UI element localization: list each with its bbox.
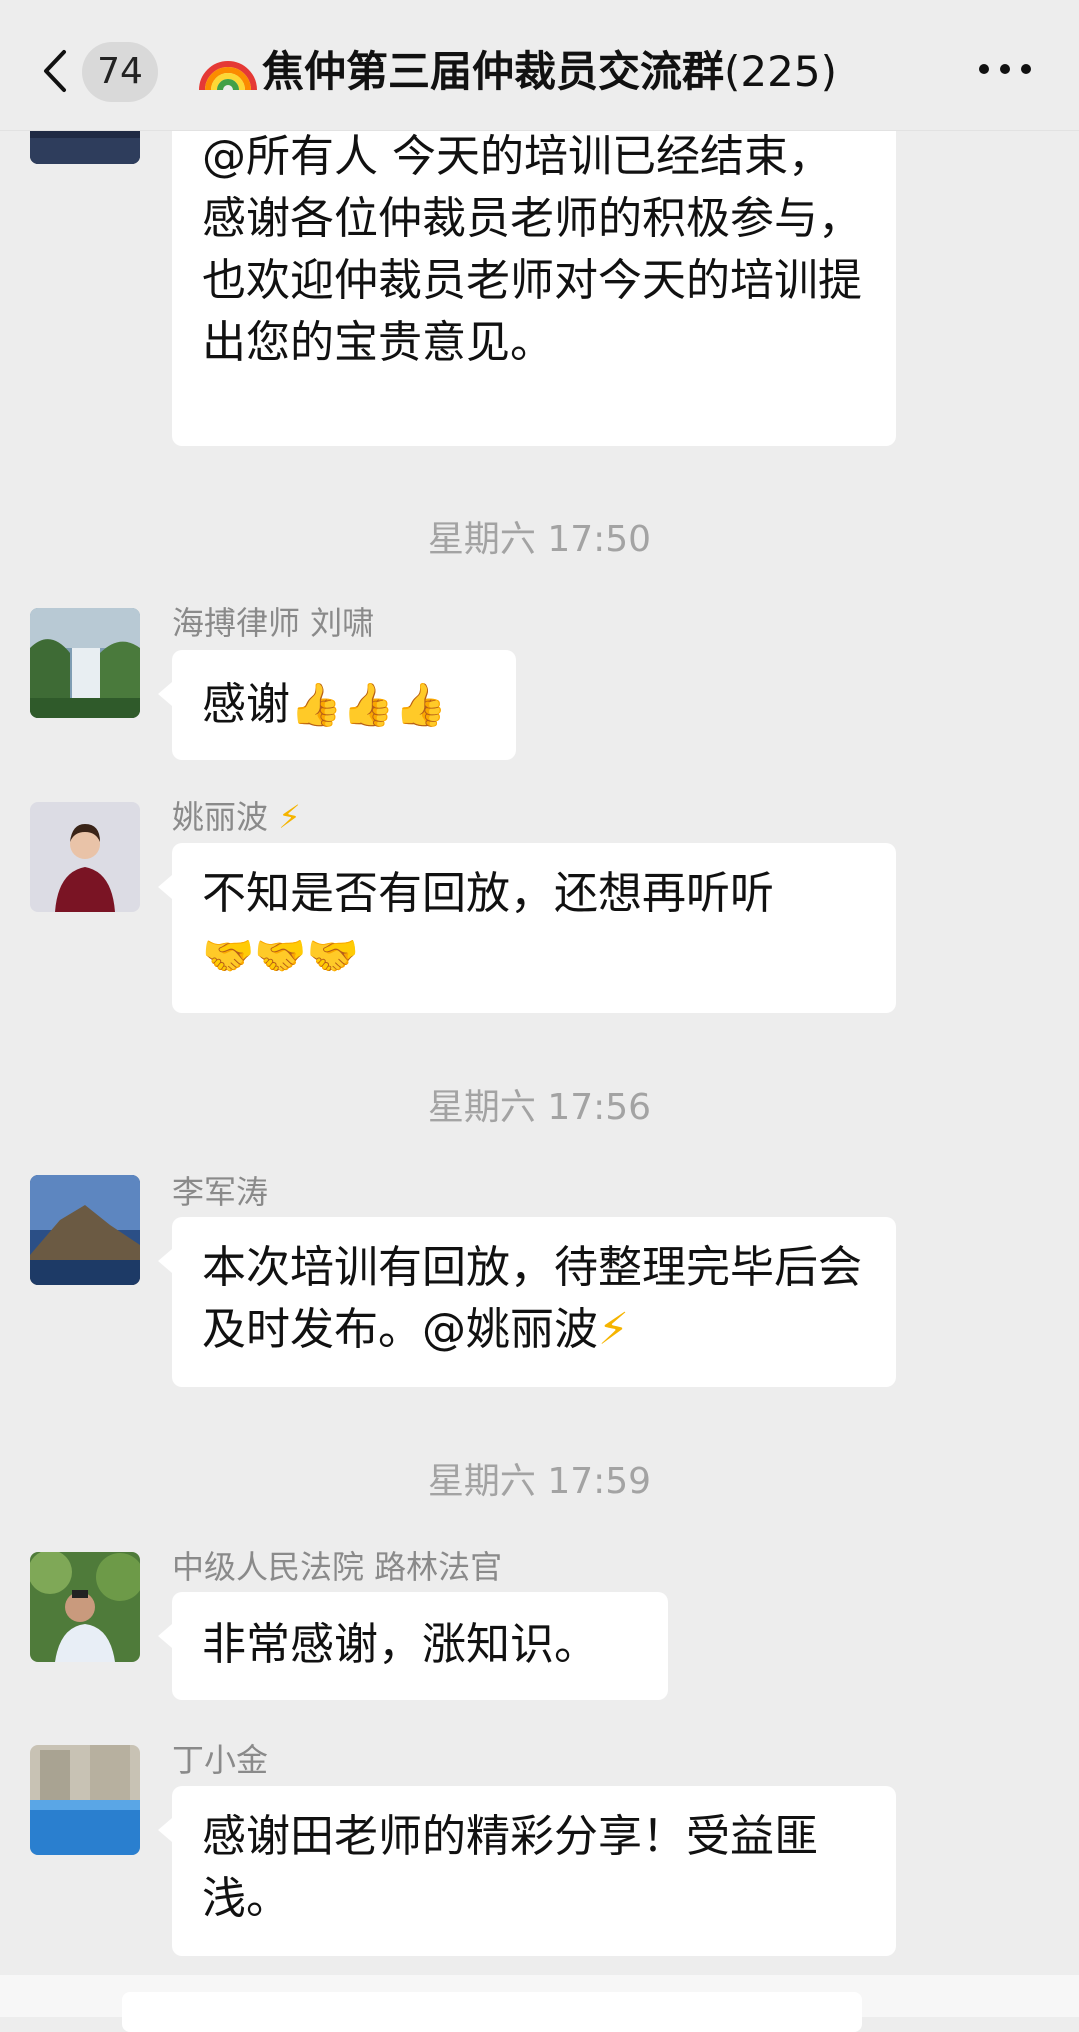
back-arrow-icon[interactable] <box>36 46 76 96</box>
sender-name: 海搏律师 刘啸 <box>172 604 375 642</box>
message-bubble[interactable]: @所有人 今天的培训已经结束，感谢各位仲裁员老师的积极参与，也欢迎仲裁员老师对今… <box>172 120 896 446</box>
rainbow-icon <box>199 61 257 91</box>
sender-name: 李军涛 <box>172 1173 269 1211</box>
sender-name: 丁小金 <box>172 1741 269 1779</box>
avatar[interactable] <box>30 608 140 718</box>
group-name: 焦仲第三届仲裁员交流群 <box>262 47 725 96</box>
message-input[interactable] <box>122 1992 862 2032</box>
message-text: @所有人 今天的培训已经结束，感谢各位仲裁员老师的积极参与，也欢迎仲裁员老师对今… <box>202 131 862 368</box>
lightning-icon: ⚡ <box>278 798 301 836</box>
message-text: 非常感谢，涨知识。 <box>202 1619 598 1670</box>
message-bubble[interactable]: 感谢田老师的精彩分享！受益匪浅。 <box>158 1786 896 1956</box>
avatar[interactable] <box>30 1175 140 1285</box>
member-count: (225) <box>724 47 837 96</box>
timestamp: 星期六 17:50 <box>427 519 652 560</box>
group-title[interactable]: 焦仲第三届仲裁员交流群(225) <box>198 40 837 104</box>
avatar[interactable] <box>30 1745 140 1855</box>
message-bubble[interactable]: 本次培训有回放，待整理完毕后会及时发布。@姚丽波⚡ <box>158 1217 896 1387</box>
timestamp: 星期六 17:59 <box>427 1461 652 1502</box>
timestamp: 星期六 17:56 <box>427 1087 652 1128</box>
sender-name: 中级人民法院 路林法官 <box>172 1548 503 1586</box>
message-bubble[interactable]: 感谢👍👍👍 <box>158 650 516 760</box>
sender-name: 姚丽波 ⚡ <box>172 798 301 836</box>
thumbs-up-emoji: 👍👍👍 <box>290 680 447 729</box>
message-bubble[interactable]: 不知是否有回放，还想再听听 🤝🤝🤝 <box>158 843 896 1013</box>
avatar[interactable] <box>30 1552 140 1662</box>
message-bubble[interactable]: 非常感谢，涨知识。 <box>158 1592 668 1700</box>
chat-header: 74 焦仲第三届仲裁员交流群(225) <box>0 0 1079 131</box>
more-options-icon[interactable] <box>977 60 1033 76</box>
lightning-icon: ⚡ <box>598 1304 629 1355</box>
message-text: 感谢 <box>202 679 290 730</box>
handshake-emoji: 🤝🤝🤝 <box>202 931 359 980</box>
chat-area[interactable]: @所有人 今天的培训已经结束，感谢各位仲裁员老师的积极参与，也欢迎仲裁员老师对今… <box>0 0 1079 2017</box>
message-text: 不知是否有回放，还想再听听 <box>202 868 774 919</box>
message-text: 本次培训有回放，待整理完毕后会及时发布。@姚丽波 <box>202 1242 862 1355</box>
unread-count-badge[interactable]: 74 <box>82 42 158 102</box>
avatar[interactable] <box>30 802 140 912</box>
message-text: 感谢田老师的精彩分享！受益匪浅。 <box>202 1811 818 1924</box>
